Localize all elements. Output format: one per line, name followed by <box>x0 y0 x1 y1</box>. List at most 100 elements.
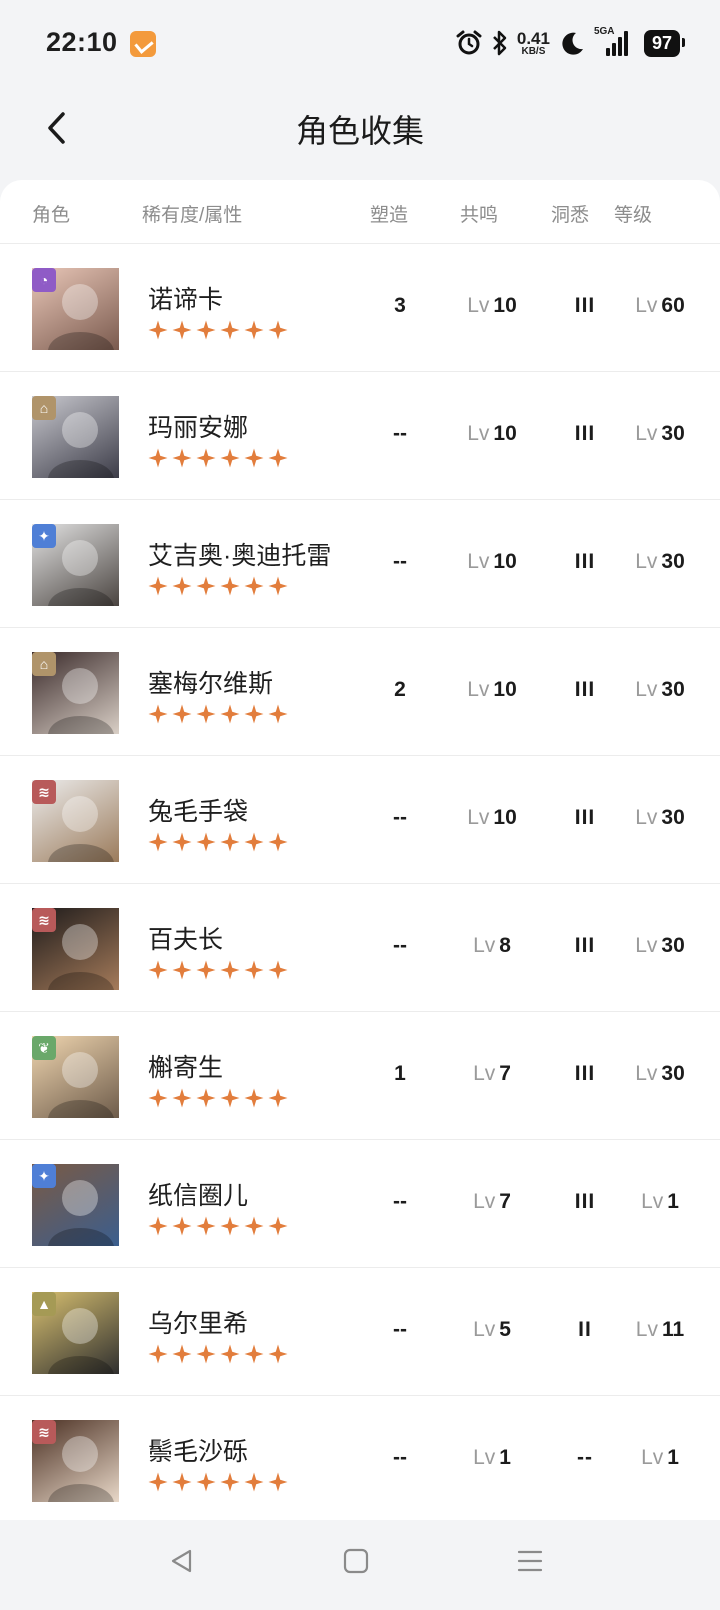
nav-menu-button[interactable] <box>500 1536 560 1586</box>
character-name: 纸信圈儿 <box>148 1182 249 1210</box>
star-icon <box>196 576 216 596</box>
element-olive-icon: ▲ <box>32 1292 56 1316</box>
character-row[interactable]: ⌂ 玛丽安娜 -- Lv 10 III Lv 30 <box>0 372 720 500</box>
character-row[interactable]: ❦ 槲寄生 1 Lv 7 III Lv 30 <box>0 1012 720 1140</box>
character-portrait: ≋ <box>32 908 119 990</box>
resonance-level: 7 <box>499 1190 511 1213</box>
character-portrait: ✦ <box>32 1164 119 1246</box>
character-row[interactable]: ≋ 兔毛手袋 -- Lv 10 III Lv 30 <box>0 756 720 884</box>
character-level: 30 <box>661 550 685 573</box>
lv-prefix: Lv <box>635 422 658 445</box>
lv-prefix: Lv <box>467 678 490 701</box>
level-value: Lv 30 <box>620 678 700 702</box>
star-icon <box>148 832 168 852</box>
insight-value: III <box>574 678 596 701</box>
star-icon <box>244 960 264 980</box>
col-insight: 洞悉 <box>551 205 590 226</box>
star-icon <box>244 1088 264 1108</box>
rarity-stars <box>147 447 289 469</box>
level-value: Lv 11 <box>620 1318 700 1342</box>
lv-prefix: Lv <box>473 1062 496 1085</box>
resonance-level: 1 <box>499 1446 511 1469</box>
character-portrait: ◔ <box>32 268 119 350</box>
lv-prefix: Lv <box>467 422 490 445</box>
shaping-value: -- <box>393 550 407 573</box>
shaping-value: -- <box>393 934 407 957</box>
insight-value: III <box>574 294 596 317</box>
lv-prefix: Lv <box>473 934 496 957</box>
star-icon <box>220 832 240 852</box>
resonance-value: Lv 10 <box>442 678 542 702</box>
star-icon <box>220 320 240 340</box>
element-blue-icon: ✦ <box>32 524 56 548</box>
star-icon <box>148 320 168 340</box>
star-icon <box>148 960 168 980</box>
nav-home-button[interactable] <box>326 1536 386 1586</box>
resonance-level: 10 <box>493 294 517 317</box>
back-triangle-icon <box>171 1549 192 1573</box>
star-icon <box>172 832 192 852</box>
level-value: Lv 30 <box>620 422 700 446</box>
status-time: 22:10 <box>46 27 118 57</box>
character-row[interactable]: ✦ 纸信圈儿 -- Lv 7 III Lv 1 <box>0 1140 720 1268</box>
star-icon <box>196 960 216 980</box>
bluetooth-icon <box>492 30 507 56</box>
star-icon <box>244 448 264 468</box>
column-headers: 角色 稀有度/属性 塑造 共鸣 洞悉 等级 <box>0 180 720 244</box>
star-icon <box>220 704 240 724</box>
character-row[interactable]: ≋ 鬃毛沙砾 -- Lv 1 -- Lv 1 <box>0 1396 720 1520</box>
insight-value: II <box>578 1318 592 1341</box>
element-red-icon: ≋ <box>32 908 56 932</box>
shaping-value: 3 <box>394 294 406 317</box>
star-icon <box>244 1216 264 1236</box>
system-nav-bar <box>0 1520 720 1610</box>
lv-prefix: Lv <box>641 1190 664 1213</box>
menu-lines-icon <box>517 1550 543 1572</box>
insight-value: III <box>574 1062 596 1085</box>
element-green-icon: ❦ <box>32 1036 56 1060</box>
element-tan-icon: ⌂ <box>32 396 56 420</box>
star-icon <box>268 1344 288 1364</box>
net-speed: 0.41 KB/S <box>517 30 550 57</box>
character-row[interactable]: ✦ 艾吉奥·奥迪托雷 -- Lv 10 III Lv 30 <box>0 500 720 628</box>
character-row[interactable]: ▲ 乌尔里希 -- Lv 5 II Lv 11 <box>0 1268 720 1396</box>
element-red-icon: ≋ <box>32 1420 56 1444</box>
nav-back-button[interactable] <box>152 1536 212 1586</box>
character-name: 艾吉奥·奥迪托雷 <box>148 542 332 570</box>
star-icon <box>148 1088 168 1108</box>
star-icon <box>148 1216 168 1236</box>
resonance-value: Lv 10 <box>442 550 542 574</box>
rarity-stars <box>147 831 289 853</box>
star-icon <box>220 1088 240 1108</box>
character-rows: ◔ 诺谛卡 3 Lv 10 III Lv 60 ⌂ 玛丽安娜 -- Lv 10 III Lv 30 ✦ 艾吉奥·奥… <box>0 244 720 1520</box>
star-icon <box>172 704 192 724</box>
star-icon <box>172 320 192 340</box>
status-icons: 0.41 KB/S 5GA 97 <box>455 26 686 60</box>
resonance-value: Lv 7 <box>442 1190 542 1214</box>
star-icon <box>268 448 288 468</box>
resonance-value: Lv 7 <box>442 1062 542 1086</box>
character-row[interactable]: ≋ 百夫长 -- Lv 8 III Lv 30 <box>0 884 720 1012</box>
star-icon <box>244 1344 264 1364</box>
character-portrait: ❦ <box>32 1036 119 1118</box>
character-name: 乌尔里希 <box>148 1310 249 1338</box>
character-level: 30 <box>661 806 685 829</box>
lv-prefix: Lv <box>635 550 658 573</box>
insight-value: III <box>574 806 596 829</box>
star-icon <box>148 448 168 468</box>
net-speed-value: 0.41 <box>516 28 550 48</box>
character-name: 诺谛卡 <box>148 286 224 314</box>
star-icon <box>220 1216 240 1236</box>
star-icon <box>172 960 192 980</box>
character-name: 玛丽安娜 <box>148 414 249 442</box>
character-portrait: ✦ <box>32 524 119 606</box>
character-row[interactable]: ⌂ 塞梅尔维斯 2 Lv 10 III Lv 30 <box>0 628 720 756</box>
shaping-value: -- <box>393 1446 407 1469</box>
star-icon <box>196 1344 216 1364</box>
character-row[interactable]: ◔ 诺谛卡 3 Lv 10 III Lv 60 <box>0 244 720 372</box>
page-header: 角色收集 <box>0 86 720 178</box>
star-icon <box>220 448 240 468</box>
star-icon <box>172 1216 192 1236</box>
shaping-value: 2 <box>394 678 406 701</box>
lv-prefix: Lv <box>635 806 658 829</box>
